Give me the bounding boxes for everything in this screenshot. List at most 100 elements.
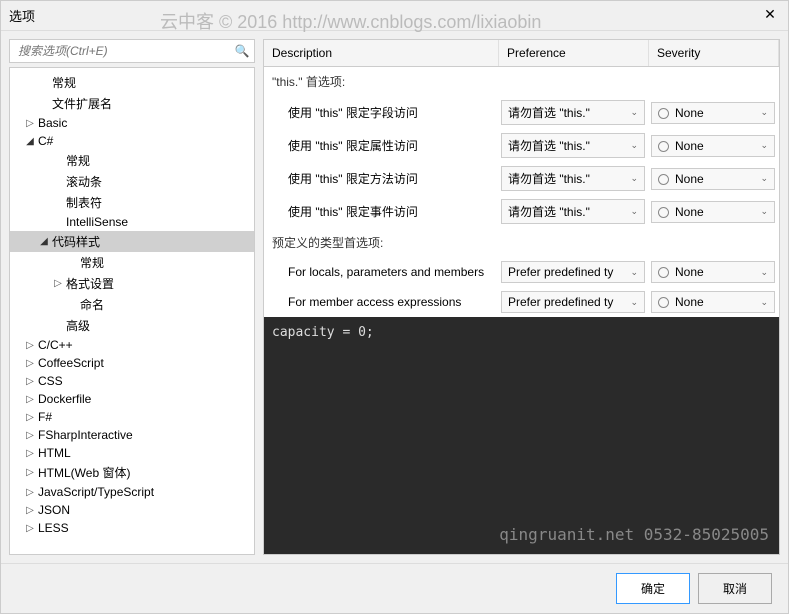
tree-arrow-icon: ▷ [24, 376, 36, 387]
row-description: For locals, parameters and members [264, 265, 499, 279]
tree-item-label: 常规 [78, 254, 104, 271]
options-dialog: 选项 ✕ 🔍 常规文件扩展名▷Basic◢C#常规滚动条制表符IntelliSe… [0, 0, 789, 614]
tree-item[interactable]: 制表符 [10, 192, 254, 213]
tree-item-label: IntelliSense [64, 215, 128, 229]
tree-item[interactable]: ▷LESS [10, 519, 254, 537]
tree-item[interactable]: ▷Basic [10, 114, 254, 132]
tree-arrow-icon: ▷ [24, 340, 36, 351]
tree-arrow-icon: ▷ [52, 278, 64, 289]
tree-arrow-icon: ◢ [24, 136, 36, 147]
preference-dropdown[interactable]: 请勿首选 "this."⌄ [501, 166, 645, 191]
tree-item[interactable]: ▷JSON [10, 501, 254, 519]
dialog-footer: 确定 取消 [1, 563, 788, 613]
severity-dropdown[interactable]: None⌄ [651, 261, 775, 283]
table-row: For locals, parameters and membersPrefer… [264, 257, 779, 287]
preference-dropdown[interactable]: 请勿首选 "this."⌄ [501, 133, 645, 158]
severity-dropdown[interactable]: None⌄ [651, 102, 775, 124]
tree-item-label: 命名 [78, 296, 104, 313]
preference-dropdown[interactable]: 请勿首选 "this."⌄ [501, 199, 645, 224]
tree-item[interactable]: ▷HTML(Web 窗体) [10, 462, 254, 483]
tree-item[interactable]: 文件扩展名 [10, 93, 254, 114]
tree-item-label: HTML [36, 446, 71, 460]
tree-item-label: FSharpInteractive [36, 428, 133, 442]
tree-item[interactable]: ▷Dockerfile [10, 390, 254, 408]
tree-item-label: 格式设置 [64, 275, 114, 292]
tree-item[interactable]: ▷CSS [10, 372, 254, 390]
tree-arrow-icon: ▷ [24, 394, 36, 405]
tree-item-label: 高级 [64, 317, 90, 334]
tree-item[interactable]: IntelliSense [10, 213, 254, 231]
options-tree[interactable]: 常规文件扩展名▷Basic◢C#常规滚动条制表符IntelliSense◢代码样… [9, 67, 255, 555]
tree-item[interactable]: ▷C/C++ [10, 336, 254, 354]
chevron-down-icon: ⌄ [630, 140, 638, 151]
left-panel: 🔍 常规文件扩展名▷Basic◢C#常规滚动条制表符IntelliSense◢代… [9, 39, 255, 555]
search-box: 🔍 [9, 39, 255, 63]
tree-item-label: C/C++ [36, 338, 73, 352]
tree-arrow-icon: ▷ [24, 118, 36, 129]
tree-item-label: Dockerfile [36, 392, 91, 406]
search-icon[interactable]: 🔍 [230, 40, 254, 62]
close-icon[interactable]: ✕ [760, 6, 780, 26]
titlebar: 选项 ✕ [1, 1, 788, 31]
severity-dropdown[interactable]: None⌄ [651, 135, 775, 157]
tree-item[interactable]: ▷F# [10, 408, 254, 426]
preference-dropdown[interactable]: Prefer predefined ty⌄ [501, 291, 645, 313]
tree-arrow-icon: ▷ [24, 467, 36, 478]
preference-dropdown[interactable]: Prefer predefined ty⌄ [501, 261, 645, 283]
tree-arrow-icon: ▷ [24, 358, 36, 369]
tree-item[interactable]: 常规 [10, 72, 254, 93]
chevron-down-icon: ⌄ [760, 140, 768, 151]
tree-arrow-icon: ▷ [24, 487, 36, 498]
tree-item[interactable]: ▷FSharpInteractive [10, 426, 254, 444]
grid-body: "this." 首选项:使用 "this" 限定字段访问请勿首选 "this."… [264, 67, 779, 317]
severity-dropdown[interactable]: None⌄ [651, 201, 775, 223]
chevron-down-icon: ⌄ [760, 297, 768, 308]
radio-icon [658, 108, 669, 119]
tree-item[interactable]: ◢代码样式 [10, 231, 254, 252]
severity-dropdown[interactable]: None⌄ [651, 291, 775, 313]
chevron-down-icon: ⌄ [760, 173, 768, 184]
grid-header: Description Preference Severity [264, 40, 779, 67]
tree-item[interactable]: 常规 [10, 150, 254, 171]
group-header: "this." 首选项: [264, 67, 779, 96]
code-watermark: qingruanit.net 0532-85025005 [499, 525, 769, 544]
tree-item-label: LESS [36, 521, 69, 535]
tree-item-label: C# [36, 134, 53, 148]
tree-item[interactable]: 命名 [10, 294, 254, 315]
header-preference: Preference [499, 40, 649, 66]
tree-item-label: JSON [36, 503, 70, 517]
chevron-down-icon: ⌄ [760, 267, 768, 278]
tree-item-label: Basic [36, 116, 67, 130]
tree-item[interactable]: ▷JavaScript/TypeScript [10, 483, 254, 501]
row-description: 使用 "this" 限定方法访问 [264, 170, 499, 187]
tree-arrow-icon: ▷ [24, 448, 36, 459]
tree-item[interactable]: ▷CoffeeScript [10, 354, 254, 372]
table-row: 使用 "this" 限定事件访问请勿首选 "this."⌄None⌄ [264, 195, 779, 228]
tree-arrow-icon: ▷ [24, 523, 36, 534]
tree-item[interactable]: ◢C# [10, 132, 254, 150]
ok-button[interactable]: 确定 [616, 573, 690, 604]
severity-dropdown[interactable]: None⌄ [651, 168, 775, 190]
row-description: 使用 "this" 限定属性访问 [264, 137, 499, 154]
radio-icon [658, 174, 669, 185]
header-description: Description [264, 40, 499, 66]
table-row: For member access expressionsPrefer pred… [264, 287, 779, 317]
tree-item[interactable]: 滚动条 [10, 171, 254, 192]
tree-item[interactable]: ▷HTML [10, 444, 254, 462]
row-description: For member access expressions [264, 295, 499, 309]
tree-item-label: CSS [36, 374, 63, 388]
tree-item-label: 制表符 [64, 194, 102, 211]
cancel-button[interactable]: 取消 [698, 573, 772, 604]
chevron-down-icon: ⌄ [760, 206, 768, 217]
radio-icon [658, 267, 669, 278]
tree-item[interactable]: 高级 [10, 315, 254, 336]
code-text: capacity = 0; [272, 325, 374, 340]
search-input[interactable] [10, 40, 230, 62]
chevron-down-icon: ⌄ [630, 297, 638, 308]
tree-item[interactable]: ▷格式设置 [10, 273, 254, 294]
right-panel: Description Preference Severity "this." … [263, 39, 780, 555]
tree-item[interactable]: 常规 [10, 252, 254, 273]
radio-icon [658, 141, 669, 152]
preference-dropdown[interactable]: 请勿首选 "this."⌄ [501, 100, 645, 125]
radio-icon [658, 207, 669, 218]
